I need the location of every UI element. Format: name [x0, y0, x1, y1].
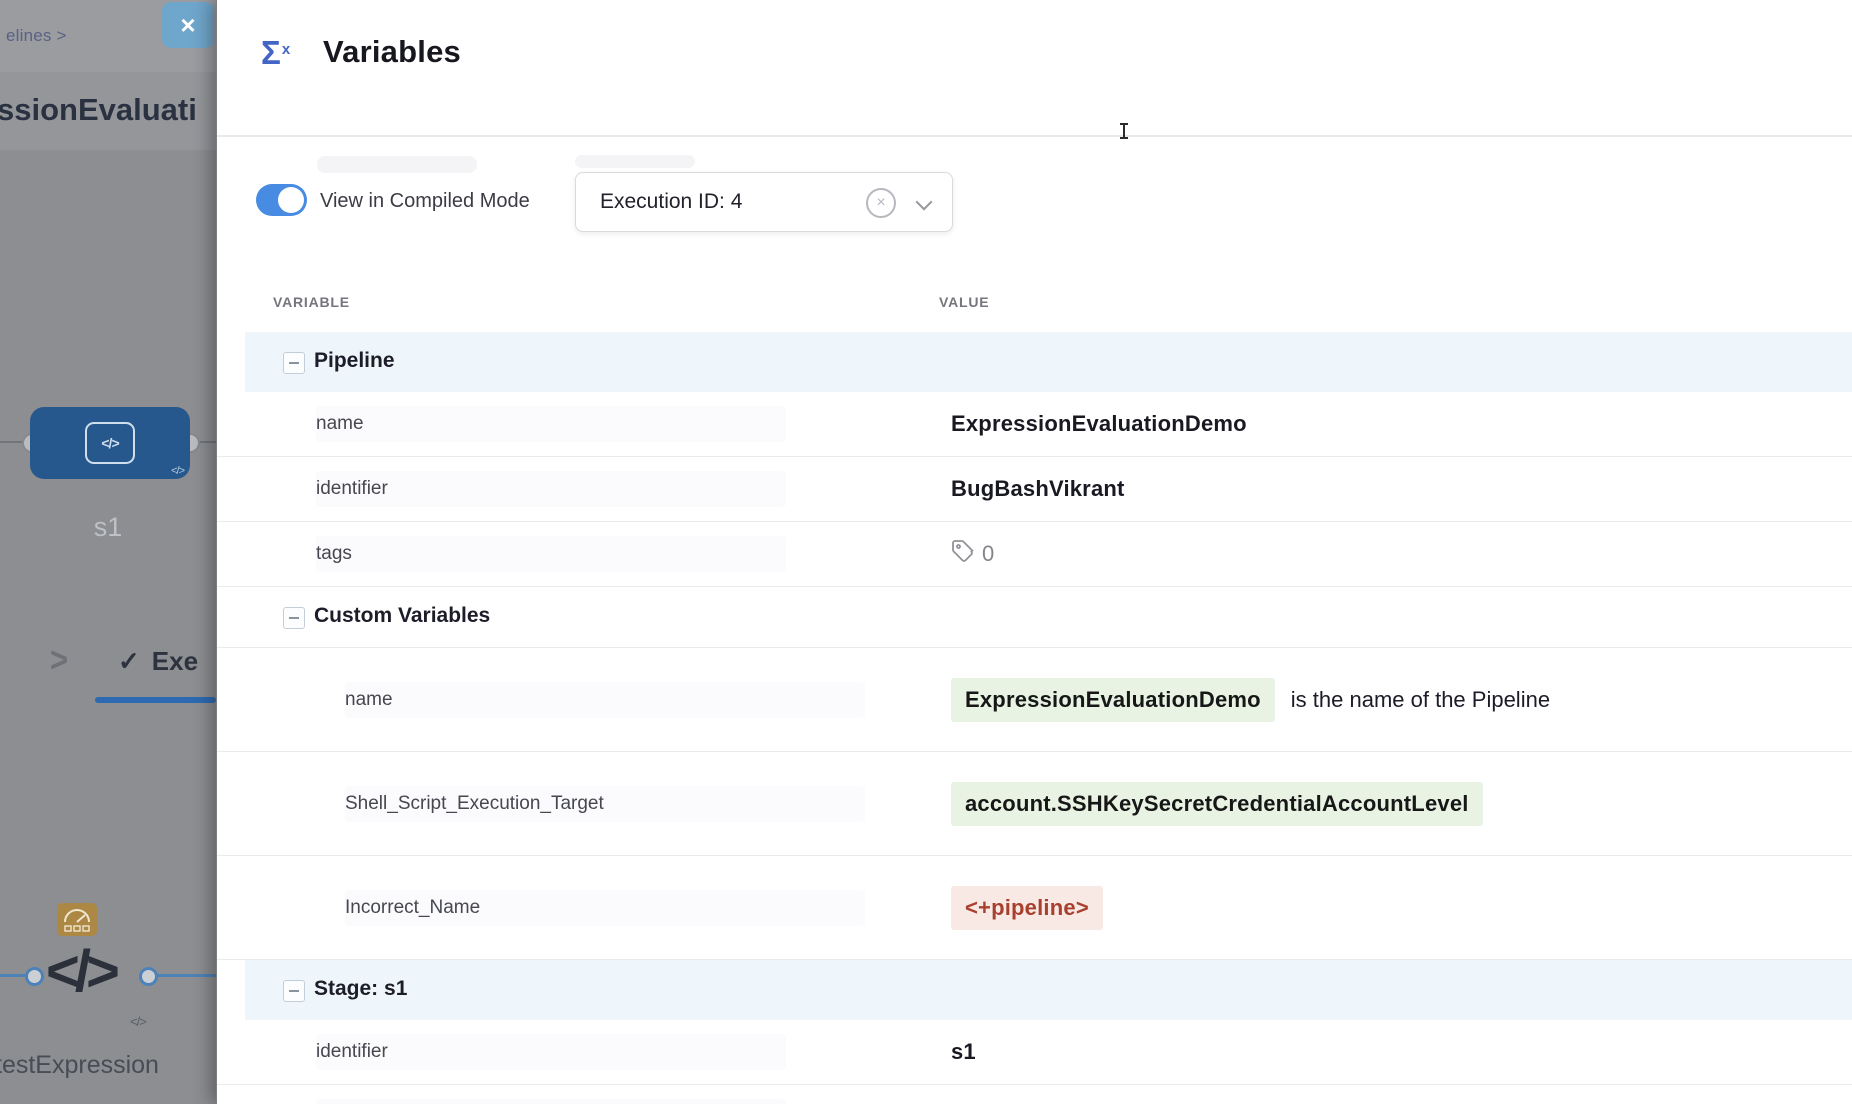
tab-execution[interactable]: ✓Exe	[118, 646, 198, 677]
section-header[interactable]: Custom Variables	[217, 587, 1852, 648]
chevron-right-icon[interactable]: >	[50, 639, 68, 680]
skeleton-bar	[575, 155, 695, 168]
value-chip-green: ExpressionEvaluationDemo	[951, 678, 1275, 722]
toggle-knob	[278, 187, 304, 213]
variable-name-field: name	[345, 682, 865, 718]
collapse-icon[interactable]	[283, 607, 305, 629]
variable-name-field: identifier	[316, 471, 786, 507]
pipeline-title: ssionEvaluati	[0, 92, 197, 128]
section-label: Custom Variables	[314, 604, 490, 628]
step-connector-dot-right	[139, 967, 158, 986]
breadcrumb[interactable]: elines >	[6, 26, 67, 46]
variable-row: name s1	[217, 1085, 1852, 1104]
variables-table: VARIABLE VALUE Pipeline name ExpressionEva…	[217, 278, 1852, 1104]
variables-drawer: Σx Variables View in Compiled Mode Execu…	[216, 0, 1852, 1104]
active-tab-underline	[95, 697, 216, 703]
variable-row: name ExpressionEvaluationDemo	[217, 392, 1852, 457]
variable-name-field: identifier	[316, 1034, 786, 1070]
variable-name-field: name	[316, 1099, 786, 1104]
variable-name: name	[316, 413, 364, 435]
pipeline-canvas-background: elines > ssionEvaluati </> </> s1 > ✓Exe	[0, 0, 216, 1104]
section-header[interactable]: Pipeline	[217, 332, 1852, 392]
skeleton-bar	[317, 156, 477, 173]
variable-name-field: tags	[316, 536, 786, 572]
step-node-label: testExpression	[0, 1051, 159, 1080]
chevron-down-icon	[916, 194, 933, 211]
variable-value: BugBashVikrant	[951, 476, 1125, 502]
text-cursor	[1123, 124, 1125, 138]
close-button[interactable]: ×	[162, 2, 214, 48]
variable-value-cell: ExpressionEvaluationDemo	[951, 392, 1247, 456]
variables-table-body: Pipeline name ExpressionEvaluationDemo iden…	[217, 332, 1852, 1104]
variable-name: identifier	[316, 1041, 388, 1063]
variable-value-cell: <+pipeline>	[951, 856, 1103, 959]
value-chip-green: account.SSHKeySecretCredentialAccountLev…	[951, 782, 1483, 826]
custom-stage-icon: </>	[85, 422, 135, 464]
gauge-badge-icon	[57, 903, 97, 936]
header-divider	[217, 135, 1852, 137]
tag-icon	[951, 539, 975, 569]
value-suffix-text: is the name of the Pipeline	[1291, 687, 1550, 713]
variable-value-cell: BugBashVikrant	[951, 457, 1125, 521]
section-header-band	[245, 332, 1852, 392]
code-badge-icon: </>	[171, 465, 184, 477]
variable-value-cell: 0	[951, 522, 994, 586]
variable-value-cell: account.SSHKeySecretCredentialAccountLev…	[951, 752, 1483, 855]
variable-row: Incorrect_Name <+pipeline>	[217, 856, 1852, 960]
variable-value-cell: s1	[951, 1085, 976, 1104]
variable-name: identifier	[316, 478, 388, 500]
tags-count: 0	[982, 541, 994, 567]
variable-row: identifier BugBashVikrant	[217, 457, 1852, 522]
collapse-icon[interactable]	[283, 980, 305, 1002]
variable-value: s1	[951, 1039, 976, 1065]
table-header-row: VARIABLE VALUE	[217, 278, 1852, 332]
section-header[interactable]: Stage: s1	[217, 960, 1852, 1020]
variable-name-field: Incorrect_Name	[345, 890, 865, 926]
variable-value-cell: ExpressionEvaluationDemo is the name of t…	[951, 648, 1550, 751]
variable-row: tags 0	[217, 522, 1852, 587]
close-icon: ×	[180, 10, 195, 41]
check-icon: ✓	[118, 646, 140, 676]
variable-name: name	[345, 689, 393, 711]
variable-column-header: VARIABLE	[273, 294, 350, 310]
clear-selection-icon[interactable]: ×	[866, 188, 896, 218]
value-chip-error: <+pipeline>	[951, 886, 1103, 930]
section-label: Pipeline	[314, 349, 395, 373]
code-glyph-small: </>	[130, 1014, 146, 1029]
variable-value-cell: s1	[951, 1020, 976, 1084]
variable-row: Shell_Script_Execution_Target account.SSH…	[217, 752, 1852, 856]
compiled-mode-label: View in Compiled Mode	[320, 190, 530, 213]
variable-name: Shell_Script_Execution_Target	[345, 793, 604, 815]
variable-value: ExpressionEvaluationDemo	[951, 411, 1247, 437]
section-header-band	[245, 960, 1852, 1020]
value-column-header: VALUE	[939, 294, 989, 310]
step-connector-line-right	[152, 974, 216, 977]
step-node-code-icon[interactable]: </>	[46, 938, 115, 1005]
step-connector-dot-left	[25, 967, 44, 986]
stage-node-s1[interactable]: </> </>	[30, 407, 190, 479]
variables-sigma-icon: Σx	[261, 34, 289, 72]
drawer-title: Variables	[323, 34, 461, 70]
collapse-icon[interactable]	[283, 352, 305, 374]
variable-name: Incorrect_Name	[345, 897, 480, 919]
section-label: Stage: s1	[314, 977, 407, 1001]
variable-name: tags	[316, 543, 352, 565]
variable-name-field: name	[316, 406, 786, 442]
stage-node-label: s1	[0, 512, 216, 543]
variable-row: identifier s1	[217, 1020, 1852, 1085]
compiled-mode-toggle[interactable]	[256, 184, 307, 216]
execution-select-value: Execution ID: 4	[600, 190, 742, 214]
variable-name-field: Shell_Script_Execution_Target	[345, 786, 865, 822]
execution-select[interactable]: Execution ID: 4 ×	[575, 172, 953, 232]
screen: elines > ssionEvaluati </> </> s1 > ✓Exe	[0, 0, 1852, 1104]
variable-row: name ExpressionEvaluationDemo is the name …	[217, 648, 1852, 752]
step-connector-line-left	[0, 974, 26, 977]
